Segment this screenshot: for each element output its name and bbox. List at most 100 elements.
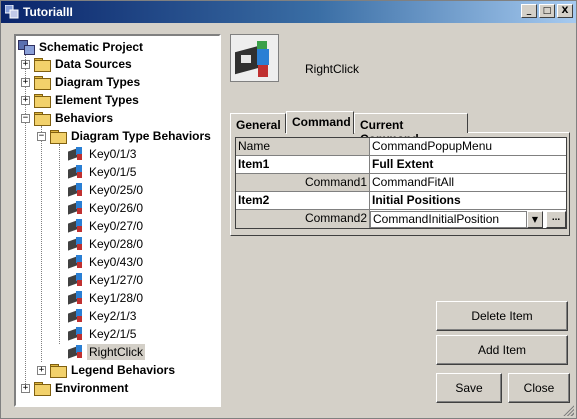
command2-dropdown[interactable]: CommandInitialPosition ▼ ...: [370, 210, 566, 228]
tree-item-behavior[interactable]: Key2/1/3: [68, 307, 138, 325]
tree-item-diagram-type-behaviors[interactable]: Diagram Type Behaviors: [50, 127, 213, 145]
tree-item-behavior[interactable]: Key0/1/5: [68, 163, 138, 181]
property-group-row[interactable]: Item2 Initial Positions: [236, 192, 566, 210]
tree-item-behavior[interactable]: Key0/28/0: [68, 235, 145, 253]
behavior-icon: [68, 291, 84, 305]
tree-item-label: Element Types: [55, 93, 139, 107]
tree-item-root[interactable]: Schematic Project: [18, 38, 145, 56]
window-title: TutorialII: [23, 5, 73, 19]
app-window: TutorialII _ □ X Schematic Project + Dat…: [0, 0, 577, 419]
tree-item-label: Key0/28/0: [89, 237, 144, 251]
command2-select[interactable]: CommandInitialPosition: [370, 210, 527, 228]
property-row[interactable]: Name CommandPopupMenu: [236, 138, 566, 156]
tree-item-behavior-selected[interactable]: RightClick: [68, 343, 146, 361]
property-value[interactable]: CommandPopupMenu: [370, 138, 566, 155]
tree-item-behavior[interactable]: Key2/1/5: [68, 325, 138, 343]
behavior-icon: [68, 165, 84, 179]
folder-icon: [34, 76, 51, 90]
behavior-icon: [68, 327, 84, 341]
close-button[interactable]: Close: [508, 373, 570, 403]
tree-item-behavior[interactable]: Key0/1/3: [68, 145, 138, 163]
expand-icon[interactable]: +: [21, 96, 30, 105]
tree-item-legend-behaviors[interactable]: Legend Behaviors: [50, 361, 177, 379]
tree-item-label: Key0/1/3: [89, 147, 137, 161]
tab-command[interactable]: Command: [286, 111, 354, 134]
property-group-row[interactable]: Item1 Full Extent: [236, 156, 566, 174]
tree-connector: [59, 144, 60, 344]
add-item-button[interactable]: Add Item: [436, 335, 568, 365]
property-key: Item1: [236, 156, 370, 173]
tree-item-behavior[interactable]: Key0/43/0: [68, 253, 145, 271]
folder-icon: [34, 382, 51, 396]
project-icon: [18, 40, 35, 55]
property-grid: Name CommandPopupMenu Item1 Full Extent …: [235, 137, 567, 229]
tree-item-label: Diagram Type Behaviors: [71, 129, 211, 143]
minimize-button[interactable]: _: [521, 4, 537, 18]
tree-item-behavior[interactable]: Key0/27/0: [68, 217, 145, 235]
behavior-icon: [68, 201, 84, 215]
property-key: Command2: [236, 210, 370, 228]
tree-item-diagram-types[interactable]: Diagram Types: [34, 73, 142, 91]
tree-item-label: Legend Behaviors: [71, 363, 176, 377]
collapse-icon[interactable]: −: [21, 114, 30, 123]
save-button[interactable]: Save: [436, 373, 502, 403]
item-title: RightClick: [305, 62, 360, 76]
browse-button[interactable]: ...: [546, 210, 566, 228]
behavior-icon: [68, 183, 84, 197]
tree-item-label: Key1/27/0: [89, 273, 144, 287]
tree-item-behaviors[interactable]: Behaviors: [34, 109, 115, 127]
title-bar[interactable]: TutorialII _ □ X: [1, 1, 576, 23]
tab-current-command[interactable]: Current Command: [354, 113, 468, 146]
expand-icon[interactable]: +: [21, 60, 30, 69]
property-key: Name: [236, 138, 370, 155]
property-key: Item2: [236, 192, 370, 209]
property-row[interactable]: Command1 CommandFitAll: [236, 174, 566, 192]
tab-general[interactable]: General: [230, 113, 286, 133]
expand-icon[interactable]: +: [37, 366, 46, 375]
collapse-icon[interactable]: −: [37, 132, 46, 141]
property-value[interactable]: CommandFitAll: [370, 174, 566, 191]
tree-item-label: Key0/1/5: [89, 165, 137, 179]
tree-connector: [41, 126, 42, 362]
property-row[interactable]: Command2 CommandInitialPosition ▼ ...: [236, 210, 566, 228]
property-value[interactable]: Initial Positions: [370, 192, 566, 209]
project-tree[interactable]: Schematic Project + Data Sources + Diagr…: [14, 34, 221, 407]
behavior-icon: [68, 273, 84, 287]
dropdown-arrow-icon[interactable]: ▼: [527, 210, 543, 228]
tree-item-label: RightClick: [87, 344, 146, 360]
behavior-icon: [68, 255, 84, 269]
tree-item-label: Key2/1/3: [89, 309, 137, 323]
tree-item-label: Key0/25/0: [89, 183, 144, 197]
behavior-icon: [68, 237, 84, 251]
folder-icon: [50, 364, 67, 378]
behavior-icon: [68, 219, 84, 233]
tree-item-label: Behaviors: [55, 111, 114, 125]
behavior-icon: [68, 345, 84, 359]
tree-item-label: Key1/28/0: [89, 291, 144, 305]
app-icon: [4, 4, 19, 19]
tree-item-behavior[interactable]: Key0/26/0: [68, 199, 145, 217]
tree-item-environment[interactable]: Environment: [34, 379, 130, 397]
tree-item-label: Data Sources: [55, 57, 132, 71]
tree-item-behavior[interactable]: Key1/27/0: [68, 271, 145, 289]
tree-item-element-types[interactable]: Element Types: [34, 91, 141, 109]
expand-icon[interactable]: +: [21, 384, 30, 393]
tree-item-behavior[interactable]: Key0/25/0: [68, 181, 145, 199]
property-value[interactable]: Full Extent: [370, 156, 566, 173]
expand-icon[interactable]: +: [21, 78, 30, 87]
delete-item-button[interactable]: Delete Item: [436, 301, 568, 331]
property-key: Command1: [236, 174, 370, 191]
tree-item-label: Key0/26/0: [89, 201, 144, 215]
tree-item-behavior[interactable]: Key1/28/0: [68, 289, 145, 307]
tree-item-data-sources[interactable]: Data Sources: [34, 55, 134, 73]
resize-grip-icon[interactable]: [562, 404, 574, 416]
tree-item-label: Diagram Types: [55, 75, 141, 89]
open-folder-icon: [34, 112, 51, 126]
tree-item-label: Key0/27/0: [89, 219, 144, 233]
tree-item-label: Environment: [55, 381, 129, 395]
folder-icon: [34, 94, 51, 108]
tree-item-label: Key2/1/5: [89, 327, 137, 341]
maximize-button[interactable]: □: [539, 4, 555, 18]
behavior-large-icon: [230, 34, 279, 82]
close-window-button[interactable]: X: [557, 4, 573, 18]
